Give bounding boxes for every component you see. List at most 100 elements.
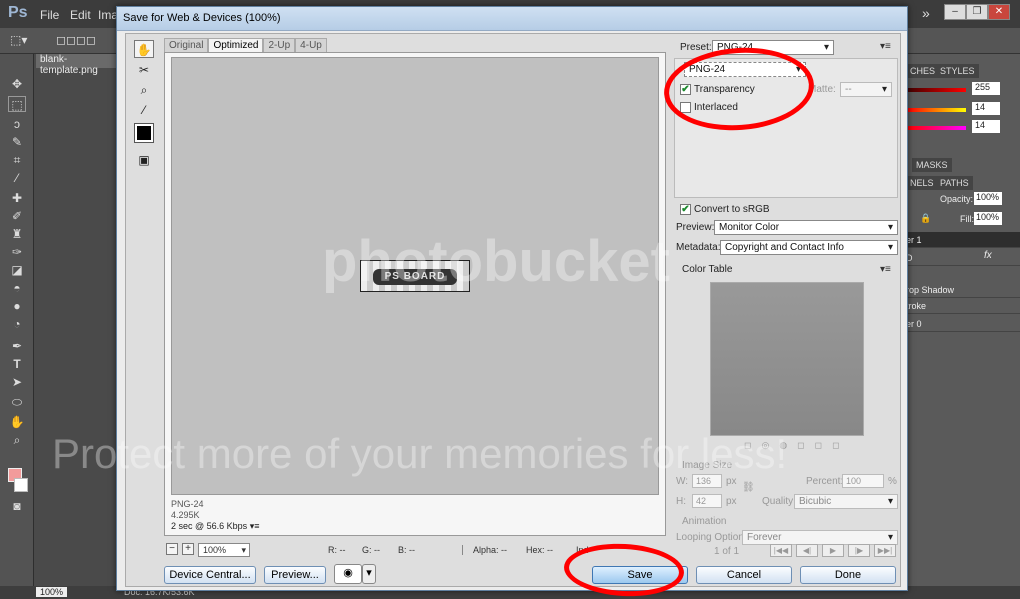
- hand-tool-icon[interactable]: ✋: [134, 40, 154, 58]
- fill-label: Fill:: [960, 214, 974, 224]
- color-table[interactable]: [710, 282, 864, 436]
- status-zoom[interactable]: 100%: [36, 587, 68, 597]
- browser-dropdown-button[interactable]: ▾: [362, 564, 376, 584]
- preview-button[interactable]: Preview...: [264, 566, 326, 584]
- pen-tool-icon[interactable]: ✒: [8, 338, 26, 354]
- preset-label: Preset:: [680, 42, 712, 53]
- layer-row-drop-shadow[interactable]: rop Shadow: [906, 282, 1020, 298]
- background-color-swatch[interactable]: [14, 478, 28, 492]
- marquee-tool-icon[interactable]: ⬚▾: [10, 33, 27, 47]
- shape-tool-icon[interactable]: ⬭: [8, 394, 26, 410]
- lock-icon[interactable]: 🔒: [920, 213, 931, 224]
- height-label: H:: [676, 496, 686, 507]
- zoom-tool-icon[interactable]: ⌕: [134, 80, 154, 98]
- quality-select[interactable]: Bicubic: [794, 494, 898, 509]
- optimize-menu-icon[interactable]: ▾≡: [880, 41, 891, 52]
- healing-tool-icon[interactable]: ✚: [8, 190, 26, 206]
- tab-styles[interactable]: STYLES: [936, 64, 979, 78]
- zoom-tool-icon[interactable]: ⌕: [8, 432, 26, 448]
- tab-channels[interactable]: NELS: [906, 176, 938, 190]
- zoom-in-button[interactable]: +: [182, 543, 194, 555]
- convert-srgb-checkbox[interactable]: ✔: [680, 204, 691, 215]
- tab-paths[interactable]: PATHS: [936, 176, 973, 190]
- red-value[interactable]: 255: [972, 82, 1000, 95]
- prev-frame-button[interactable]: ◀|: [796, 544, 818, 557]
- tab-4up[interactable]: 4-Up: [295, 38, 327, 52]
- constrain-proportions-icon[interactable]: ⛓: [742, 482, 755, 493]
- tab-swatches[interactable]: CHES: [906, 64, 940, 78]
- matte-select[interactable]: --: [840, 82, 892, 97]
- first-frame-button[interactable]: |◀◀: [770, 544, 792, 557]
- looping-label: Looping Options:: [676, 532, 752, 543]
- red-slider[interactable]: [908, 88, 966, 92]
- menu-image[interactable]: Ima: [98, 8, 118, 22]
- green-value[interactable]: 14: [972, 102, 1000, 115]
- browser-icon[interactable]: ◉: [334, 564, 362, 584]
- green-slider[interactable]: [908, 108, 966, 112]
- next-frame-button[interactable]: |▶: [848, 544, 870, 557]
- looping-select[interactable]: Forever: [742, 530, 898, 545]
- device-central-button[interactable]: Device Central...: [164, 566, 256, 584]
- lasso-tool-icon[interactable]: ↄ: [8, 116, 26, 132]
- eyedropper-tool-icon[interactable]: ⁄: [8, 170, 26, 186]
- path-select-icon[interactable]: ➤: [8, 374, 26, 390]
- brush-tool-icon[interactable]: ✐: [8, 208, 26, 224]
- blur-tool-icon[interactable]: ●: [8, 298, 26, 314]
- layer-row-effects[interactable]: D: [906, 250, 1020, 266]
- eyedropper-color-swatch[interactable]: [134, 123, 154, 143]
- layer-row-0[interactable]: er 0: [906, 316, 1020, 332]
- dialog-titlebar: Save for Web & Devices (100%): [117, 7, 907, 31]
- done-button[interactable]: Done: [800, 566, 896, 584]
- hand-tool-icon[interactable]: ✋: [8, 414, 26, 430]
- metadata-select[interactable]: Copyright and Contact Info: [720, 240, 898, 255]
- percent-input[interactable]: 100: [842, 474, 884, 488]
- opacity-value[interactable]: 100%: [974, 192, 1002, 205]
- readout-hex: Hex: --: [526, 545, 553, 555]
- stamp-tool-icon[interactable]: ♜: [8, 226, 26, 242]
- last-frame-button[interactable]: ▶▶|: [874, 544, 896, 557]
- fx-icon[interactable]: fx: [984, 250, 992, 261]
- blue-slider[interactable]: [908, 126, 966, 130]
- layer-row-stroke[interactable]: troke: [906, 298, 1020, 314]
- menu-edit[interactable]: Edit: [70, 8, 91, 22]
- slice-select-icon[interactable]: ✂: [134, 60, 154, 78]
- dialog-title: Save for Web & Devices (100%): [123, 12, 281, 24]
- type-tool-icon[interactable]: T: [8, 356, 26, 372]
- blue-value[interactable]: 14: [972, 120, 1000, 133]
- color-table-menu-icon[interactable]: ▾≡: [880, 264, 891, 275]
- tab-masks[interactable]: MASKS: [912, 158, 952, 172]
- cancel-button[interactable]: Cancel: [696, 566, 792, 584]
- eraser-tool-icon[interactable]: ◪: [8, 262, 26, 278]
- marquee-tool-icon[interactable]: ⬚: [8, 96, 26, 112]
- tab-original[interactable]: Original: [164, 38, 209, 52]
- readout-b: B: --: [398, 545, 415, 555]
- move-tool-icon[interactable]: ✥: [8, 76, 26, 92]
- document-tab[interactable]: blank-template.png: [36, 54, 116, 76]
- close-button[interactable]: ✕: [988, 4, 1010, 20]
- zoom-select[interactable]: 100% ▾: [198, 543, 250, 557]
- layer-row-1[interactable]: er 1: [906, 232, 1020, 248]
- restore-button[interactable]: ❐: [966, 4, 988, 20]
- height-input[interactable]: 42: [692, 494, 722, 508]
- play-button[interactable]: ▶: [822, 544, 844, 557]
- expand-icon[interactable]: »: [922, 5, 930, 21]
- toggle-slices-icon[interactable]: ▣: [134, 150, 154, 168]
- paint-bucket-icon[interactable]: ◓: [8, 280, 26, 296]
- dodge-tool-icon[interactable]: ◔: [8, 316, 26, 332]
- fill-value[interactable]: 100%: [974, 212, 1002, 225]
- selection-mode-icons[interactable]: ◻◻◻◻: [56, 33, 96, 47]
- tab-optimized[interactable]: Optimized: [208, 38, 264, 52]
- preview-color-select[interactable]: Monitor Color: [714, 220, 898, 235]
- speed-menu-icon[interactable]: ▾≡: [250, 521, 260, 531]
- quick-mask-icon[interactable]: ◙: [8, 498, 26, 514]
- history-brush-icon[interactable]: ✑: [8, 244, 26, 260]
- tab-2up[interactable]: 2-Up: [263, 38, 296, 52]
- crop-tool-icon[interactable]: ⌗: [8, 152, 26, 168]
- zoom-out-button[interactable]: −: [166, 543, 178, 555]
- eyedropper-icon[interactable]: ⁄: [134, 100, 154, 118]
- quick-select-icon[interactable]: ✎: [8, 134, 26, 150]
- opacity-label: Opacity:: [940, 194, 974, 204]
- minimize-button[interactable]: –: [944, 4, 966, 20]
- zoom-value: 100%: [203, 545, 227, 555]
- menu-file[interactable]: File: [40, 8, 59, 22]
